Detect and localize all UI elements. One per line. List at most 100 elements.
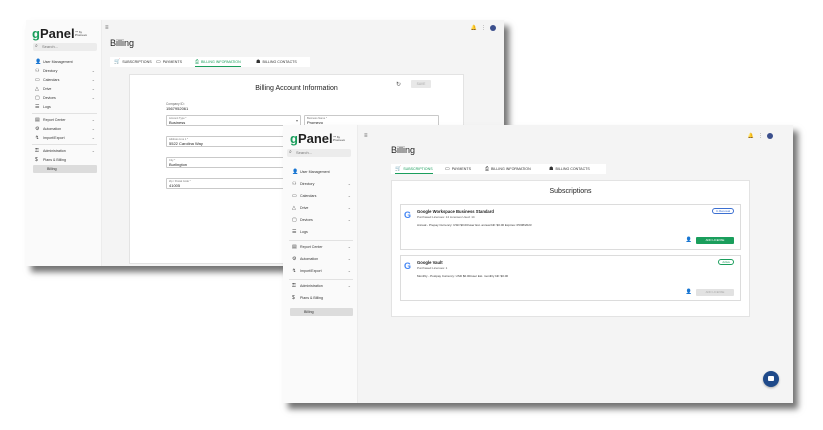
subscription-licenses: Purchased Licenses: 14 Licenses Used: 14 [417, 215, 475, 219]
sidebar-item-plans-billing[interactable]: $ Plans & Billing [283, 294, 357, 302]
logs-icon: ☰ [292, 229, 297, 235]
sidebar-item-drive[interactable]: △ Drive ⌄ [283, 204, 357, 212]
sidebar-item-automation[interactable]: ⚙ Automation ⌄ [26, 125, 101, 133]
card-title: Subscriptions [549, 188, 592, 195]
tab-subscriptions[interactable]: 🛒 SUBSCRIPTIONS [395, 164, 433, 174]
tab-bar: 🛒 SUBSCRIPTIONS ▭ PAYMENTS ⎙ BILLING INFORM… [391, 164, 606, 174]
sidebar-subitem-billing[interactable]: Billing [290, 308, 353, 316]
subscription-name: Google Workspace Business Standard [417, 209, 494, 214]
status-badge: Active [718, 259, 734, 265]
tab-payments[interactable]: ▭ PAYMENTS [445, 164, 471, 174]
dollar-icon: $ [35, 157, 38, 163]
tab-payments[interactable]: ▭ PAYMENTS [156, 57, 182, 67]
address-field[interactable]: Address Line 1 * 5522 Carolina Way [166, 136, 301, 147]
sidebar-item-calendars[interactable]: ▭ Calendars ⌄ [26, 76, 101, 84]
drive-icon: △ [35, 86, 39, 92]
admin-icon: ⚿ [292, 283, 296, 289]
manage-users-icon[interactable]: 👤 [686, 237, 692, 243]
tab-billing-contacts[interactable]: ☗ BILLING CONTACTS [549, 164, 590, 174]
zip-field[interactable]: Zip / Postal Code * 41005 [166, 178, 301, 189]
sidebar: gPanel ™ by Promevo ⌕ Search... 👤 User Mana… [283, 125, 358, 403]
print-icon: ⎙ [195, 59, 200, 65]
bell-icon[interactable]: 🔔 [471, 25, 477, 31]
devices-icon: ▢ [35, 95, 40, 101]
gpanel-logo[interactable]: gPanel ™ by Promevo [290, 131, 345, 146]
sidebar-item-import-export[interactable]: ↯ Import/Export ⌄ [26, 134, 101, 142]
subscriptions-window: gPanel ™ by Promevo ⌕ Search... 👤 User Mana… [283, 125, 793, 403]
sidebar-item-administration[interactable]: ⚿ Administration ⌄ [26, 147, 101, 155]
sidebar-item-administration[interactable]: ⚿ Administration ⌄ [283, 282, 357, 290]
add-license-button[interactable]: ADD LICENSE [696, 289, 734, 296]
sidebar-item-plans-billing[interactable]: $ Plans & Billing [26, 156, 101, 164]
chat-icon[interactable] [763, 371, 779, 387]
cart-icon: 🛒 [114, 59, 121, 65]
main-content: ≡ 🔔 ⋮ Billing 🛒 SUBSCRIPTIONS ▭ PAYMENTS ⎙ B… [358, 125, 793, 403]
import-export-icon: ↯ [292, 268, 297, 274]
sidebar-item-devices[interactable]: ▢ Devices ⌄ [283, 216, 357, 224]
sidebar-item-import-export[interactable]: ↯ Import/Export ⌄ [283, 267, 357, 275]
tab-billing-information[interactable]: ⎙ BILLING INFORMATION [195, 57, 241, 67]
sidebar-item-calendars[interactable]: ▭ Calendars ⌄ [283, 192, 357, 200]
automation-icon: ⚙ [292, 256, 297, 262]
subscription-item: G Google Workspace Business Standard Pur… [400, 204, 741, 250]
search-input[interactable]: ⌕ Search... [33, 43, 97, 51]
sidebar-item-automation[interactable]: ⚙ Automation ⌄ [283, 255, 357, 263]
more-icon[interactable]: ⋮ [758, 133, 763, 139]
status-badge: In Renewal [712, 208, 734, 214]
sidebar-item-drive[interactable]: △ Drive ⌄ [26, 85, 101, 93]
automation-icon: ⚙ [35, 126, 40, 132]
subscription-details: Monthly - Postpay Currency: USD $0.00/us… [417, 274, 509, 278]
menu-icon[interactable]: ≡ [105, 25, 109, 31]
sidebar-item-report-center[interactable]: ▤ Report Center ⌄ [26, 116, 101, 124]
divider [32, 113, 97, 114]
contact-icon: ☗ [256, 59, 261, 65]
city-field[interactable]: City * Burlington [166, 157, 301, 168]
calendar-icon: ▭ [35, 77, 40, 83]
add-license-button[interactable]: ADD LICENSE [696, 237, 734, 244]
sidebar-item-directory[interactable]: ⚇ Directory ⌄ [26, 67, 101, 75]
tab-billing-information[interactable]: ⎙ BILLING INFORMATION [485, 164, 531, 174]
tab-billing-contacts[interactable]: ☗ BILLING CONTACTS [256, 57, 297, 67]
tab-subscriptions[interactable]: 🛒 SUBSCRIPTIONS [114, 57, 152, 67]
manage-users-icon[interactable]: 👤 [686, 289, 692, 295]
sidebar-item-devices[interactable]: ▢ Devices ⌄ [26, 94, 101, 102]
subscription-details: Annual - Prepay Currency: USD $0.00/user… [417, 223, 532, 227]
search-icon: ⌕ [289, 149, 292, 155]
menu-icon[interactable]: ≡ [364, 133, 368, 139]
subscription-item: G Google Vault Purchased Licenses: 1 Mon… [400, 255, 741, 301]
top-icons: 🔔 ⋮ [744, 133, 773, 139]
account-type-select[interactable]: Account Type * Business ▾ [166, 115, 301, 126]
sidebar-item-user-management[interactable]: 👤 User Management [283, 168, 357, 176]
import-export-icon: ↯ [35, 135, 40, 141]
sidebar-item-logs[interactable]: ☰ Logs [26, 103, 101, 111]
print-icon: ⎙ [485, 166, 490, 172]
logs-icon: ☰ [35, 104, 40, 110]
contact-icon: ☗ [549, 166, 554, 172]
refresh-icon[interactable]: ↻ [396, 81, 401, 88]
user-icon: 👤 [35, 59, 42, 65]
sidebar-subitem-billing[interactable]: Billing [33, 165, 97, 173]
directory-icon: ⚇ [292, 181, 297, 187]
google-icon: G [404, 210, 412, 220]
sidebar-item-logs[interactable]: ☰ Logs [283, 228, 357, 236]
chevron-down-icon: ▾ [295, 118, 298, 123]
avatar[interactable] [490, 25, 496, 31]
save-button[interactable]: SAVE [411, 80, 431, 88]
more-icon[interactable]: ⋮ [481, 25, 486, 31]
calendar-icon: ▭ [292, 193, 297, 199]
sidebar-item-directory[interactable]: ⚇ Directory ⌄ [283, 180, 357, 188]
top-icons: 🔔 ⋮ [467, 25, 496, 31]
search-icon: ⌕ [35, 43, 38, 49]
report-icon: ▤ [35, 117, 40, 123]
divider [289, 240, 353, 241]
subscriptions-card: Subscriptions G Google Workspace Busines… [391, 180, 750, 317]
dollar-icon: $ [292, 295, 295, 301]
sidebar-item-report-center[interactable]: ▤ Report Center ⌄ [283, 243, 357, 251]
bell-icon[interactable]: 🔔 [748, 133, 754, 139]
search-input[interactable]: ⌕ Search... [287, 149, 351, 157]
divider [289, 279, 353, 280]
avatar[interactable] [767, 133, 773, 139]
sidebar-item-user-management[interactable]: 👤 User Management [26, 58, 101, 66]
gpanel-logo[interactable]: gPanel ™ by Promevo [32, 26, 87, 41]
subscription-licenses: Purchased Licenses: 1 [417, 266, 448, 270]
